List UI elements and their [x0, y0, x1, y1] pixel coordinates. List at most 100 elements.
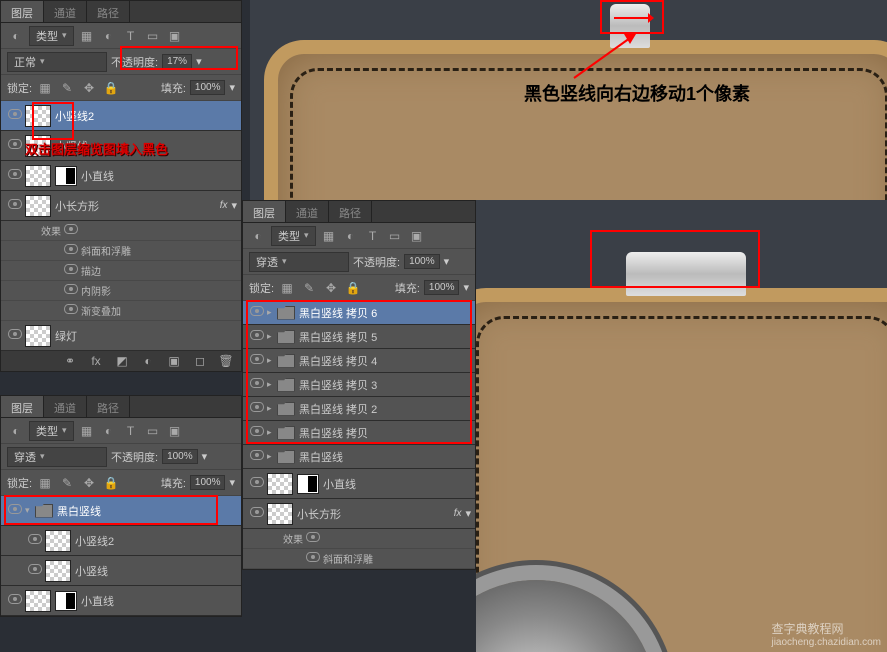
opacity-input[interactable]: 17%	[162, 54, 192, 69]
fill-chevron-icon[interactable]: ▾	[229, 476, 235, 489]
lock-paint-icon[interactable]: ✎	[300, 279, 318, 297]
lock-move-icon[interactable]: ✥	[80, 79, 98, 97]
fill-chevron-icon[interactable]: ▾	[463, 281, 469, 294]
mask-thumbnail[interactable]	[297, 474, 319, 494]
visibility-toggle[interactable]	[247, 426, 267, 439]
filter-shape-icon[interactable]: ▭	[144, 27, 162, 45]
tab-paths[interactable]: 路径	[87, 1, 130, 22]
lock-move-icon[interactable]: ✥	[80, 474, 98, 492]
disclosure-icon[interactable]: ▸	[267, 331, 277, 342]
lock-paint-icon[interactable]: ✎	[58, 79, 76, 97]
layer-thumbnail[interactable]	[25, 590, 51, 612]
tab-paths[interactable]: 路径	[329, 201, 372, 222]
effect-item[interactable]: 内阴影	[1, 281, 241, 301]
fill-input[interactable]: 100%	[190, 80, 226, 95]
visibility-toggle[interactable]	[5, 504, 25, 517]
fx-chevron-icon[interactable]: ▾	[465, 507, 471, 520]
opacity-chevron-icon[interactable]: ▾	[202, 450, 208, 463]
disclosure-icon[interactable]: ▸	[267, 427, 277, 438]
new-group-icon[interactable]: ▣	[165, 352, 183, 370]
effects-header[interactable]: 效果	[243, 529, 475, 549]
fill-chevron-icon[interactable]: ▾	[229, 81, 235, 94]
visibility-toggle[interactable]	[247, 330, 267, 343]
layer-name[interactable]: 小长方形	[297, 506, 454, 522]
filter-adjust-icon[interactable]: ◐	[342, 227, 360, 245]
fx-badge[interactable]: fx	[454, 508, 462, 519]
disclosure-icon[interactable]: ▸	[267, 355, 277, 366]
effect-item[interactable]: 渐变叠加	[1, 301, 241, 321]
kind-filter-dropdown[interactable]: 类型▾	[29, 421, 74, 441]
group-name[interactable]: 黑白竖线 拷贝 5	[299, 329, 471, 345]
lock-move-icon[interactable]: ✥	[322, 279, 340, 297]
tab-layers[interactable]: 图层	[243, 201, 286, 222]
group-name[interactable]: 黑白竖线 拷贝 3	[299, 377, 471, 393]
kind-filter-dropdown[interactable]: 类型▾	[29, 26, 74, 46]
visibility-toggle[interactable]	[247, 306, 267, 319]
layer-thumbnail[interactable]	[267, 473, 293, 495]
filter-shape-icon[interactable]: ▭	[144, 422, 162, 440]
filter-text-icon[interactable]: T	[364, 227, 382, 245]
layer-name[interactable]: 小竖线	[75, 563, 237, 579]
group-name[interactable]: 黑白竖线 拷贝 4	[299, 353, 471, 369]
disclosure-icon[interactable]: ▸	[267, 403, 277, 414]
fx-button-icon[interactable]: fx	[87, 352, 105, 370]
blend-mode-dropdown[interactable]: 正常▾	[7, 52, 107, 72]
group-row[interactable]: ▸ 黑白竖线 拷贝 3	[243, 373, 475, 397]
effect-item[interactable]: 描边	[1, 261, 241, 281]
layer-name[interactable]: 小直线	[323, 476, 471, 492]
visibility-toggle[interactable]	[25, 564, 45, 577]
layer-name[interactable]: 小长方形	[55, 198, 220, 214]
layer-row[interactable]: 小竖线2	[1, 526, 241, 556]
effect-item[interactable]: 斜面和浮雕	[243, 549, 475, 569]
blend-mode-dropdown[interactable]: 穿透▾	[249, 252, 349, 272]
tab-layers[interactable]: 图层	[1, 1, 44, 22]
lock-all-icon[interactable]: 🔒	[344, 279, 362, 297]
layer-row[interactable]: 小竖线 双击图层缩览图填入黑色	[1, 131, 241, 161]
group-name[interactable]: 黑白竖线	[57, 503, 237, 519]
filter-lens-icon[interactable]: ◐	[249, 227, 267, 245]
opacity-input[interactable]: 100%	[404, 254, 440, 269]
filter-lens-icon[interactable]: ◐	[7, 27, 25, 45]
tab-channels[interactable]: 通道	[44, 1, 87, 22]
group-row[interactable]: ▾ 黑白竖线	[1, 496, 241, 526]
layer-thumbnail[interactable]	[267, 503, 293, 525]
effects-header[interactable]: 效果	[1, 221, 241, 241]
layer-name[interactable]: 绿灯	[55, 328, 237, 344]
layer-name[interactable]: 小竖线2	[75, 533, 237, 549]
fill-input[interactable]: 100%	[190, 475, 226, 490]
tab-channels[interactable]: 通道	[286, 201, 329, 222]
visibility-toggle[interactable]	[247, 402, 267, 415]
layer-name[interactable]: 小直线	[81, 168, 237, 184]
blend-mode-dropdown[interactable]: 穿透▾	[7, 447, 107, 467]
tab-channels[interactable]: 通道	[44, 396, 87, 417]
fill-input[interactable]: 100%	[424, 280, 460, 295]
group-row[interactable]: ▸黑白竖线 拷贝	[243, 421, 475, 445]
mask-button-icon[interactable]: ◩	[113, 352, 131, 370]
visibility-toggle[interactable]	[5, 169, 25, 182]
disclosure-icon[interactable]: ▸	[267, 451, 277, 462]
group-row[interactable]: ▸ 黑白竖线 拷贝 5	[243, 325, 475, 349]
filter-pixel-icon[interactable]: ▦	[320, 227, 338, 245]
group-name[interactable]: 黑白竖线 拷贝 6	[299, 305, 471, 321]
lock-all-icon[interactable]: 🔒	[102, 79, 120, 97]
filter-smart-icon[interactable]: ▣	[408, 227, 426, 245]
fill-adjust-icon[interactable]: ◐	[139, 352, 157, 370]
lock-all-icon[interactable]: 🔒	[102, 474, 120, 492]
group-name[interactable]: 黑白竖线 拷贝 2	[299, 401, 471, 417]
visibility-toggle[interactable]	[247, 477, 267, 490]
group-row[interactable]: ▸ 黑白竖线 拷贝 6	[243, 301, 475, 325]
visibility-toggle[interactable]	[5, 594, 25, 607]
disclosure-icon[interactable]: ▸	[267, 307, 277, 318]
filter-adjust-icon[interactable]: ◐	[100, 27, 118, 45]
lock-paint-icon[interactable]: ✎	[58, 474, 76, 492]
layer-name[interactable]: 小直线	[81, 593, 237, 609]
lock-transparent-icon[interactable]: ▦	[36, 474, 54, 492]
visibility-toggle[interactable]	[5, 199, 25, 212]
tab-layers[interactable]: 图层	[1, 396, 44, 417]
disclosure-icon[interactable]: ▸	[267, 379, 277, 390]
layer-name[interactable]: 小竖线2	[55, 108, 237, 124]
tab-paths[interactable]: 路径	[87, 396, 130, 417]
layer-row[interactable]: 小直线	[1, 161, 241, 191]
trash-icon[interactable]: 🗑	[217, 352, 235, 370]
layer-thumbnail[interactable]	[45, 530, 71, 552]
